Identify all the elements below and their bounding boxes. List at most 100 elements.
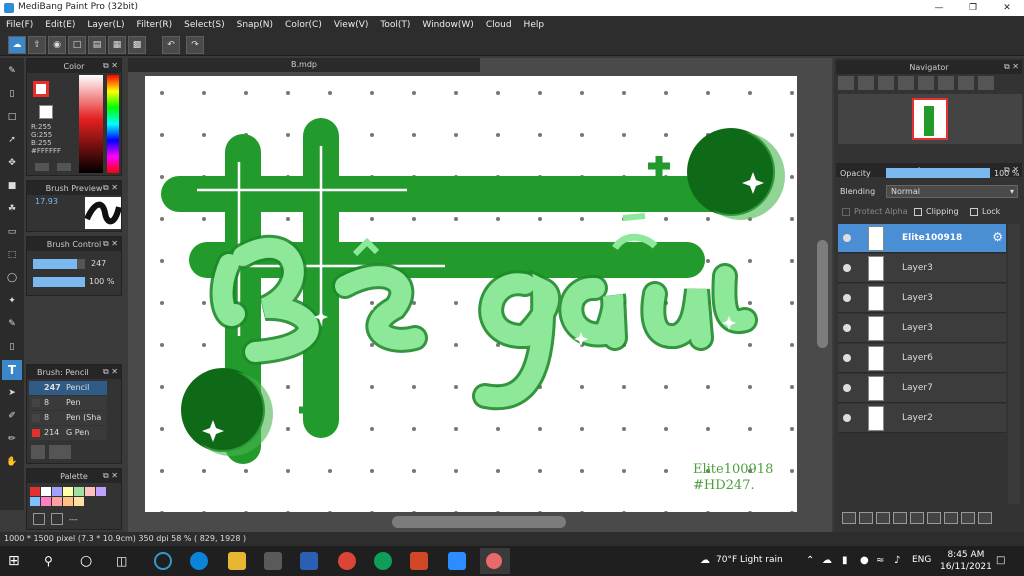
eye-icon[interactable] [843, 354, 851, 362]
layer-row[interactable]: Layer6 [838, 344, 1006, 373]
add-brush-icon[interactable] [31, 445, 45, 459]
palette-swatch[interactable] [63, 497, 73, 506]
file-explorer-icon[interactable] [228, 552, 246, 570]
search-icon[interactable]: ⚲ [44, 552, 62, 570]
color-palette-button[interactable] [57, 163, 71, 171]
layer-row[interactable]: Layer2 [838, 404, 1006, 433]
document-icon[interactable]: ▤ [88, 36, 106, 54]
brush-list-item[interactable]: 214 G Pen [29, 426, 107, 440]
undo-icon[interactable]: ↶ [162, 36, 180, 54]
delete-palette-icon[interactable] [51, 513, 63, 525]
duplicate-layer-icon[interactable] [944, 512, 958, 524]
operation-tool-icon[interactable]: ➤ [2, 383, 22, 403]
zoom-in-icon[interactable] [838, 76, 854, 90]
add-halftone-icon[interactable] [893, 512, 907, 524]
brush-list-item[interactable]: 8 Pen (Sha [29, 411, 107, 425]
rectangle-tool-icon[interactable]: □ [2, 107, 22, 127]
chrome-icon[interactable] [338, 552, 356, 570]
eye-icon[interactable] [843, 294, 851, 302]
vertical-scroll-thumb[interactable] [817, 240, 828, 348]
palette-swatch[interactable] [63, 487, 73, 496]
hue-slider[interactable] [107, 75, 119, 173]
eye-icon[interactable] [843, 234, 851, 242]
palette-swatch[interactable] [41, 487, 51, 496]
background-color-swatch[interactable] [39, 105, 53, 119]
medibang-taskbar-button[interactable] [480, 548, 510, 574]
eye-icon[interactable] [843, 414, 851, 422]
udemy-icon[interactable] [154, 552, 172, 570]
chrome-profile-icon[interactable] [374, 552, 392, 570]
fill-rect-tool-icon[interactable]: ■ [2, 176, 22, 196]
brush-size-slider[interactable] [33, 259, 85, 269]
word-icon[interactable] [300, 552, 318, 570]
clipping-checkbox[interactable]: Clipping [914, 207, 959, 216]
actual-size-icon[interactable] [898, 76, 914, 90]
text-tool-icon[interactable]: T [2, 360, 22, 380]
layer-row[interactable]: Layer7 [838, 374, 1006, 403]
grid-icon[interactable]: ▦ [108, 36, 126, 54]
gear-icon[interactable]: ⚙ [992, 230, 1003, 244]
flip-icon[interactable] [978, 76, 994, 90]
close-button[interactable]: ✕ [990, 0, 1024, 16]
panel-close-icon[interactable]: ⧉ ✕ [103, 367, 118, 377]
language-indicator[interactable]: ENG [912, 555, 931, 565]
brush-opacity-slider[interactable] [33, 277, 85, 287]
weather-text[interactable]: 70°F Light rain [716, 555, 783, 565]
line-tool-icon[interactable]: ➚ [2, 130, 22, 150]
new-layer-8bit-icon[interactable] [859, 512, 873, 524]
navigator-preview[interactable] [838, 94, 1022, 144]
menu-edit[interactable]: Edit(E) [39, 20, 81, 30]
weather-icon[interactable]: ☁ [700, 555, 710, 566]
minimize-button[interactable]: — [922, 0, 956, 16]
hand-tool-icon[interactable]: ✋ [2, 452, 22, 472]
menu-window[interactable]: Window(W) [416, 20, 479, 30]
move-tool-icon[interactable]: ✥ [2, 153, 22, 173]
lock-checkbox[interactable]: Lock [970, 207, 1000, 216]
blending-select[interactable]: Normal ▾ [886, 185, 1018, 198]
panel-close-icon[interactable]: ⧉ ✕ [103, 239, 118, 249]
eye-icon[interactable] [843, 264, 851, 272]
add-palette-icon[interactable] [33, 513, 45, 525]
magic-wand-icon[interactable]: ✦ [2, 291, 22, 311]
zoom-icon[interactable] [448, 552, 466, 570]
menu-tool[interactable]: Tool(T) [374, 20, 416, 30]
microphone-icon[interactable]: ● [860, 555, 869, 566]
foreground-color-swatch[interactable] [33, 81, 49, 97]
eye-icon[interactable] [843, 324, 851, 332]
wifi-icon[interactable]: ≈ [876, 555, 884, 566]
color-saturation-box[interactable] [79, 75, 103, 173]
brush-list-item[interactable]: 8 Pen [29, 396, 107, 410]
maximize-button[interactable]: ❐ [956, 0, 990, 16]
zoom-out-icon[interactable] [858, 76, 874, 90]
delete-layer-icon[interactable] [978, 512, 992, 524]
eye-icon[interactable] [843, 384, 851, 392]
panel-close-icon[interactable]: ⧉ ✕ [1004, 62, 1019, 72]
layer-opacity-slider[interactable] [886, 168, 990, 178]
menu-color[interactable]: Color(C) [279, 20, 328, 30]
menu-help[interactable]: Help [518, 20, 551, 30]
eraser-tool-icon[interactable]: ▯ [2, 84, 22, 104]
chevron-up-icon[interactable]: ⌃ [806, 555, 814, 566]
brush-tool-icon[interactable]: ✎ [2, 61, 22, 81]
palette-swatch[interactable] [74, 487, 84, 496]
new-layer-1bit-icon[interactable] [876, 512, 890, 524]
palette-swatch[interactable] [30, 497, 40, 506]
palette-swatch[interactable] [52, 497, 62, 506]
bucket-tool-icon[interactable]: ☘ [2, 199, 22, 219]
menu-view[interactable]: View(V) [328, 20, 375, 30]
new-layer-icon[interactable] [842, 512, 856, 524]
palette-swatch[interactable] [74, 497, 84, 506]
edge-icon[interactable] [190, 552, 208, 570]
panel-close-icon[interactable]: ⧉ ✕ [103, 61, 118, 71]
cloud-icon[interactable]: ☁ [8, 36, 26, 54]
task-view-icon[interactable]: ◫ [116, 552, 134, 570]
brush-list-item[interactable]: 247 Pencil [29, 381, 107, 395]
onedrive-icon[interactable]: ☁ [822, 555, 832, 566]
add-layer-menu-icon[interactable] [910, 512, 924, 524]
folder-icon[interactable] [927, 512, 941, 524]
layer-row[interactable]: Layer3 [838, 254, 1006, 283]
panel-close-icon[interactable]: ⧉ ✕ [103, 183, 118, 193]
cortana-icon[interactable]: ○ [80, 552, 98, 570]
palette-swatch[interactable] [41, 497, 51, 506]
menu-filter[interactable]: Filter(R) [131, 20, 179, 30]
